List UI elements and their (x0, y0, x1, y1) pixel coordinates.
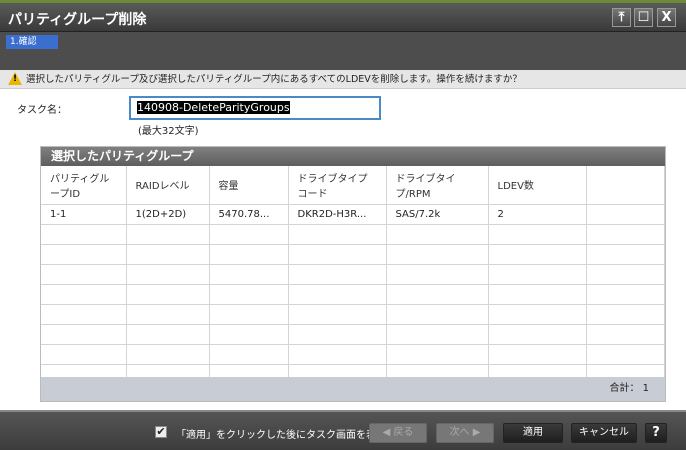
table-cell (586, 224, 665, 245)
table-cell (209, 324, 289, 345)
table-cell (288, 344, 387, 365)
next-button[interactable]: 次へ ▶ (436, 423, 494, 443)
table-cell (586, 344, 665, 365)
table-cell (126, 264, 210, 285)
table-cell (126, 284, 210, 305)
table-cell (209, 244, 289, 265)
table-cell: 2 (488, 204, 587, 225)
parity-group-table: パリティグループID RAIDレベル 容量 ドライブタイプコード ドライブタイプ/RPM… (41, 166, 665, 385)
pin-icon[interactable]: ⤒ (612, 8, 631, 27)
table-row[interactable]: 1-1 1(2D+2D) 5470.78... DKR2D-H3R... SAS/7.2… (41, 204, 665, 225)
table-cell (209, 284, 289, 305)
panel-title: 選択したパリティグループ (41, 147, 665, 166)
table-cell (586, 244, 665, 265)
table-cell (586, 324, 665, 345)
table-cell (288, 244, 387, 265)
table-row (41, 304, 665, 325)
warning-text: 選択したパリティグループ及び選択したパリティグループ内にあるすべてのLDEVを削… (26, 74, 522, 85)
task-name-input[interactable]: 140908-DeleteParityGroups (129, 96, 381, 120)
table-cell (126, 244, 210, 265)
back-button[interactable]: ◀ 戻る (369, 423, 427, 443)
show-task-checkbox[interactable]: ✔ (155, 426, 167, 438)
table-cell (488, 264, 587, 285)
table-cell (126, 324, 210, 345)
table-cell (386, 324, 489, 345)
table-cell (386, 344, 489, 365)
table-cell (586, 284, 665, 305)
table-row (41, 324, 665, 345)
window-title: パリティグループ削除 (8, 12, 147, 28)
table-row (41, 344, 665, 365)
task-name-value: 140908-DeleteParityGroups (137, 101, 290, 114)
maximize-icon[interactable]: ☐ (634, 8, 653, 27)
table-cell (386, 244, 489, 265)
table-cell (288, 324, 387, 345)
table-cell (41, 304, 127, 325)
table-cell (41, 344, 127, 365)
total-count: 合計： 1 (41, 377, 665, 401)
table-row (41, 224, 665, 245)
table-cell: SAS/7.2k (386, 204, 489, 225)
table-cell (41, 324, 127, 345)
table-cell (126, 224, 210, 245)
column-header[interactable]: ドライブタイプコード (288, 166, 387, 205)
table-cell (209, 344, 289, 365)
warning-banner: ! 選択したパリティグループ及び選択したパリティグループ内にあるすべてのLDEV… (0, 70, 686, 89)
table-cell: 1-1 (41, 204, 127, 225)
help-button[interactable]: ? (645, 423, 667, 443)
table-cell (488, 324, 587, 345)
table-cell (386, 304, 489, 325)
table-cell (288, 264, 387, 285)
step-bar: 1.確認 (0, 32, 686, 70)
table-cell (488, 244, 587, 265)
table-cell (586, 264, 665, 285)
column-header[interactable]: 容量 (209, 166, 289, 205)
table-cell (586, 204, 665, 225)
column-header[interactable]: パリティグループID (41, 166, 127, 205)
task-name-label: タスク名： (17, 105, 67, 116)
table-cell (41, 284, 127, 305)
task-name-hint: (最大32文字) (138, 126, 199, 137)
selected-parity-groups-panel: 選択したパリティグループ パリティグループID RAIDレベル 容量 ドライブタイプコ… (40, 146, 666, 402)
table-cell (586, 304, 665, 325)
table-cell (41, 224, 127, 245)
table-cell (209, 224, 289, 245)
column-header[interactable] (586, 166, 665, 205)
table-cell (386, 224, 489, 245)
table-cell (41, 264, 127, 285)
table-cell (209, 304, 289, 325)
table-cell (488, 344, 587, 365)
title-bar: パリティグループ削除 ⤒ ☐ X (0, 3, 686, 32)
close-icon[interactable]: X (657, 8, 676, 27)
table-row (41, 244, 665, 265)
warning-icon: ! (8, 72, 22, 85)
column-header[interactable]: LDEV数 (488, 166, 587, 205)
table-cell (386, 284, 489, 305)
table-cell: 5470.78... (209, 204, 289, 225)
table-cell (209, 264, 289, 285)
table-cell (488, 224, 587, 245)
table-cell (126, 344, 210, 365)
table-row (41, 284, 665, 305)
footer-bar: ✔ 「適用」をクリックした後にタスク画面を表示 ◀ 戻る 次へ ▶ 適用 キャン… (0, 410, 686, 450)
table-cell (288, 304, 387, 325)
show-task-label: 「適用」をクリックした後にタスク画面を表示 (176, 430, 386, 441)
table-cell (288, 284, 387, 305)
table-row (41, 264, 665, 285)
table-cell (488, 304, 587, 325)
cancel-button[interactable]: キャンセル (571, 423, 637, 443)
table-cell: DKR2D-H3R... (288, 204, 387, 225)
table-cell (288, 224, 387, 245)
table-cell (386, 264, 489, 285)
step-confirm: 1.確認 (6, 35, 58, 49)
table-cell (126, 304, 210, 325)
column-header[interactable]: ドライブタイプ/RPM (386, 166, 489, 205)
table-cell (488, 284, 587, 305)
column-header[interactable]: RAIDレベル (126, 166, 210, 205)
table-cell (41, 244, 127, 265)
apply-button[interactable]: 適用 (503, 423, 563, 443)
table-cell: 1(2D+2D) (126, 204, 210, 225)
